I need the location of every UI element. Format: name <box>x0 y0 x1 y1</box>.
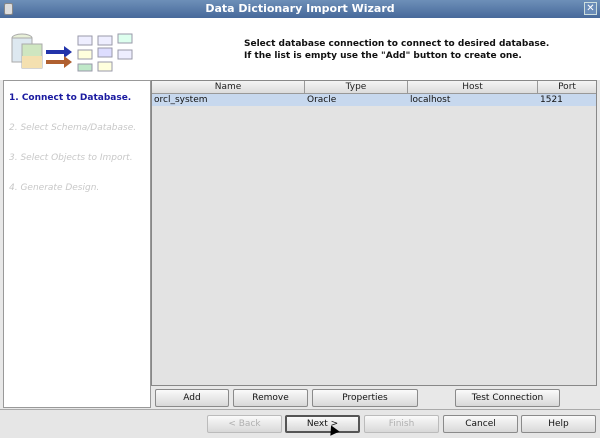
next-button[interactable]: Next > <box>285 415 360 433</box>
add-label: Add <box>183 393 201 403</box>
step-connect[interactable]: 1. Connect to Database. <box>9 93 131 103</box>
step-select-schema: 2. Select Schema/Database. <box>9 123 137 133</box>
column-header-host[interactable]: Host <box>408 81 538 93</box>
instruction-line: Select database connection to connect to… <box>244 39 550 49</box>
cancel-label: Cancel <box>465 419 496 429</box>
properties-button[interactable]: Properties <box>312 389 418 407</box>
cell-port: 1521 <box>540 95 563 105</box>
properties-label: Properties <box>342 393 388 403</box>
wizard-illustration-icon <box>11 33 133 72</box>
step-select-objects: 3. Select Objects to Import. <box>9 153 133 163</box>
instructions: Select database connection to connect to… <box>244 38 549 62</box>
step-generate-design: 4. Generate Design. <box>9 183 100 193</box>
help-button[interactable]: Help <box>521 415 596 433</box>
remove-label: Remove <box>252 393 289 403</box>
finish-label: Finish <box>388 419 415 429</box>
column-header-type[interactable]: Type <box>305 81 408 93</box>
cell-name: orcl_system <box>154 95 208 105</box>
connections-table: Name Type Host Port orcl_system Oracle l… <box>151 80 597 386</box>
test-connection-button[interactable]: Test Connection <box>455 389 560 407</box>
table-row[interactable]: orcl_system Oracle localhost 1521 <box>152 94 596 106</box>
column-header-name[interactable]: Name <box>152 81 305 93</box>
window-title: Data Dictionary Import Wizard <box>205 2 395 15</box>
close-button[interactable]: ✕ <box>584 2 597 15</box>
help-label: Help <box>548 419 569 429</box>
wizard-steps: 1. Connect to Database. 2. Select Schema… <box>3 80 151 408</box>
title-bar: Data Dictionary Import Wizard ✕ <box>0 0 600 18</box>
instruction-line: If the list is empty use the "Add" butto… <box>244 51 522 61</box>
remove-button[interactable]: Remove <box>233 389 308 407</box>
cell-host: localhost <box>410 95 451 105</box>
column-header-port[interactable]: Port <box>538 81 596 93</box>
table-header: Name Type Host Port <box>152 81 596 94</box>
cancel-button[interactable]: Cancel <box>443 415 518 433</box>
cell-type: Oracle <box>307 95 337 105</box>
wizard-header: Select database connection to connect to… <box>0 18 600 80</box>
finish-button[interactable]: Finish <box>364 415 439 433</box>
app-icon <box>4 3 13 15</box>
add-button[interactable]: Add <box>155 389 229 407</box>
test-connection-label: Test Connection <box>471 393 544 403</box>
back-button[interactable]: < Back <box>207 415 282 433</box>
back-label: < Back <box>228 419 261 429</box>
